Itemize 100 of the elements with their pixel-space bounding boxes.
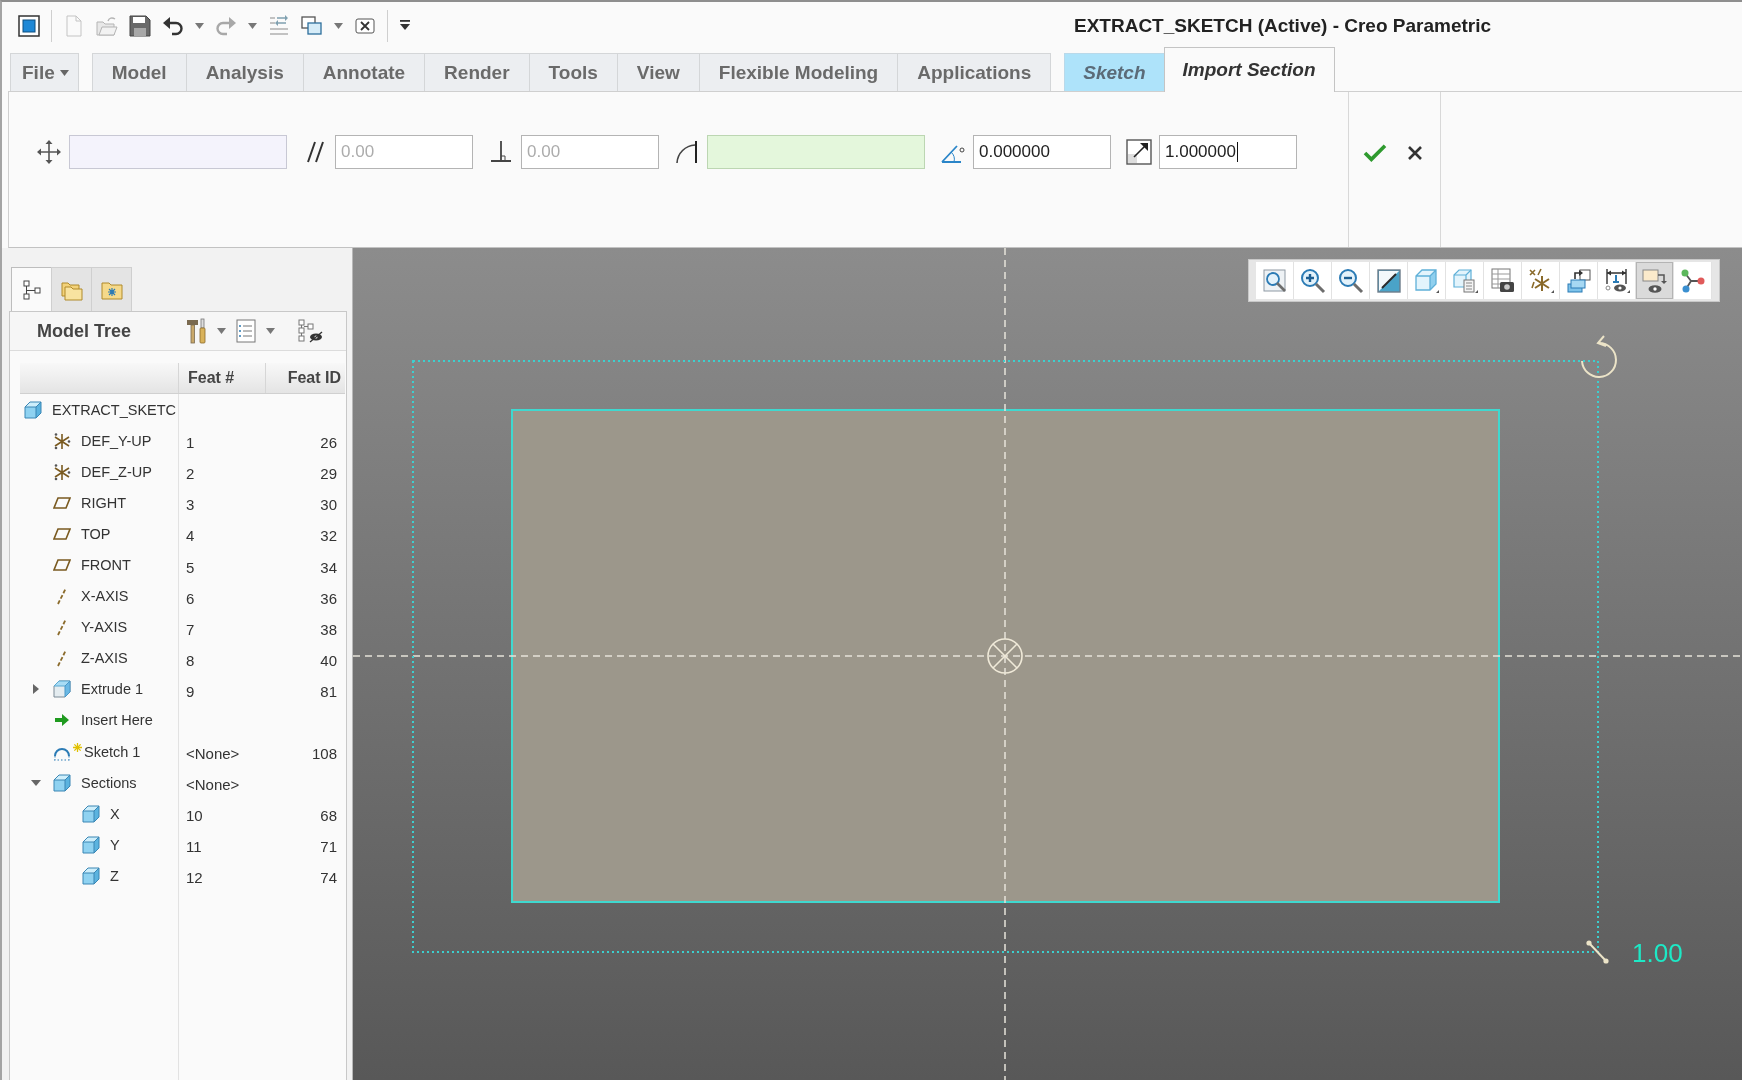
number-field[interactable]: 1.000000: [1159, 135, 1297, 169]
tree-eye-icon[interactable]: [297, 318, 324, 344]
ribbon-tab[interactable]: Analysis: [185, 53, 304, 91]
rotate-handle-icon[interactable]: [1581, 335, 1617, 378]
ribbon-tab[interactable]: Render: [424, 53, 530, 91]
ribbon-tab[interactable]: View: [616, 53, 700, 91]
parallelogram-icon: [53, 556, 71, 574]
datum-asterisk-button[interactable]: [1522, 262, 1560, 299]
scale-square-icon: [1126, 139, 1152, 165]
connected-nodes-button[interactable]: [1674, 262, 1712, 299]
table-cell: 7: [186, 620, 195, 638]
axes-asterisk-icon: [53, 431, 71, 450]
table-cell: 8: [186, 651, 195, 669]
dimension-eye-button[interactable]: [1598, 262, 1636, 299]
diagonal-square-button[interactable]: [1370, 262, 1408, 299]
collapse-arrow-icon[interactable]: [31, 777, 41, 788]
checkmark-icon[interactable]: [1363, 143, 1387, 163]
tree-item[interactable]: Sections: [81, 774, 137, 791]
scale-handle-icon[interactable]: [1586, 940, 1609, 964]
table-cell: 10: [186, 807, 203, 825]
column-header[interactable]: Feat #: [188, 369, 235, 387]
ribbon-tab[interactable]: Import Section: [1163, 47, 1335, 92]
caret-icon[interactable]: [217, 328, 227, 334]
magnifier-frame-button[interactable]: [1256, 262, 1294, 299]
tree-item[interactable]: Sketch 1: [84, 743, 141, 760]
tree-item[interactable]: EXTRACT_SKETC: [52, 401, 177, 418]
redo-icon[interactable]: [215, 15, 237, 37]
tree-item[interactable]: DEF_Y-UP: [81, 432, 152, 449]
tree-item[interactable]: TOP: [81, 525, 111, 542]
undo-icon[interactable]: [162, 15, 184, 37]
layers-arrow-button[interactable]: [1560, 262, 1598, 299]
table-cell: 12: [186, 869, 203, 887]
circled-x-icon[interactable]: [987, 638, 1023, 674]
tree-item[interactable]: Y: [110, 836, 120, 853]
tree-item[interactable]: Z: [110, 867, 119, 884]
scale-value: 1.00: [1632, 938, 1683, 968]
connected-nodes-icon: [1679, 267, 1706, 294]
table-cell: 3: [186, 496, 195, 514]
tree-item[interactable]: Y-AXIS: [81, 619, 128, 636]
column-header[interactable]: Feat ID: [287, 369, 341, 387]
table-cell: 11: [186, 838, 202, 856]
ribbon-tab[interactable]: Sketch: [1064, 53, 1165, 91]
table-cell: 9: [186, 682, 195, 700]
save-icon[interactable]: [129, 15, 151, 37]
ribbon-tab[interactable]: Annotate: [302, 53, 426, 91]
cube-icon: [53, 773, 71, 792]
tree-item[interactable]: DEF_Z-UP: [81, 463, 152, 480]
box-icon: [53, 680, 71, 699]
tree-item[interactable]: Extrude 1: [81, 681, 144, 698]
customize-icon[interactable]: [399, 20, 411, 32]
zoom-in-icon: [1299, 267, 1326, 294]
cube-icon: [82, 835, 100, 854]
table-camera-button[interactable]: [1484, 262, 1522, 299]
axes-asterisk-icon: [53, 462, 71, 481]
ribbon-tab[interactable]: Tools: [528, 53, 618, 91]
caret-icon[interactable]: [195, 23, 204, 29]
tree-item[interactable]: X-AXIS: [81, 588, 129, 605]
panel-tab[interactable]: [11, 267, 52, 311]
sparkle-icon: [73, 743, 82, 753]
table-cell: 68: [320, 807, 337, 825]
datum-asterisk-icon: [1527, 267, 1554, 294]
table-cell: 71: [320, 838, 337, 856]
ribbon-tab[interactable]: Flexible Modeling: [698, 53, 899, 91]
tree-item[interactable]: Z-AXIS: [81, 650, 128, 667]
cube-document-icon: [1451, 267, 1478, 294]
cube-icon: [24, 400, 42, 419]
caret-icon[interactable]: [334, 23, 343, 29]
app-icon[interactable]: [18, 15, 40, 37]
caret-icon[interactable]: [266, 328, 276, 334]
move-arrows-icon: [36, 139, 62, 165]
rectangle-eye-button[interactable]: [1636, 262, 1674, 299]
list-arrows-icon[interactable]: [268, 15, 290, 37]
list-icon[interactable]: [234, 318, 259, 344]
table-camera-icon: [1489, 267, 1516, 294]
windows-icon[interactable]: [301, 15, 323, 37]
close-window-icon[interactable]: [354, 15, 376, 37]
zoom-out-button[interactable]: [1332, 262, 1370, 299]
tree-item[interactable]: X: [110, 805, 120, 822]
caret-icon: [59, 69, 69, 76]
caret-icon[interactable]: [248, 23, 257, 29]
number-field[interactable]: 0.000000: [973, 135, 1111, 169]
collector-field[interactable]: [707, 135, 925, 169]
close-icon[interactable]: [1407, 145, 1423, 161]
table-cell: 36: [320, 589, 337, 607]
cube-icon: [1413, 267, 1440, 294]
magnifier-frame-icon: [1261, 267, 1288, 294]
zoom-in-button[interactable]: [1294, 262, 1332, 299]
ribbon-tab[interactable]: Applications: [897, 53, 1052, 91]
ribbon-tab[interactable]: File: [10, 53, 79, 91]
tree-item[interactable]: FRONT: [81, 557, 131, 573]
table-cell: 74: [320, 869, 337, 887]
table-cell: 38: [320, 620, 337, 638]
tree-item[interactable]: Insert Here: [81, 712, 153, 729]
dimension-eye-icon: [1603, 267, 1630, 294]
collector-field[interactable]: [69, 135, 287, 169]
ribbon-tab[interactable]: Model: [91, 53, 187, 91]
dotted-frame[interactable]: [412, 360, 1599, 953]
expand-arrow-icon[interactable]: [31, 684, 41, 695]
tree-item[interactable]: RIGHT: [81, 494, 127, 511]
table-cell: 4: [186, 527, 195, 545]
